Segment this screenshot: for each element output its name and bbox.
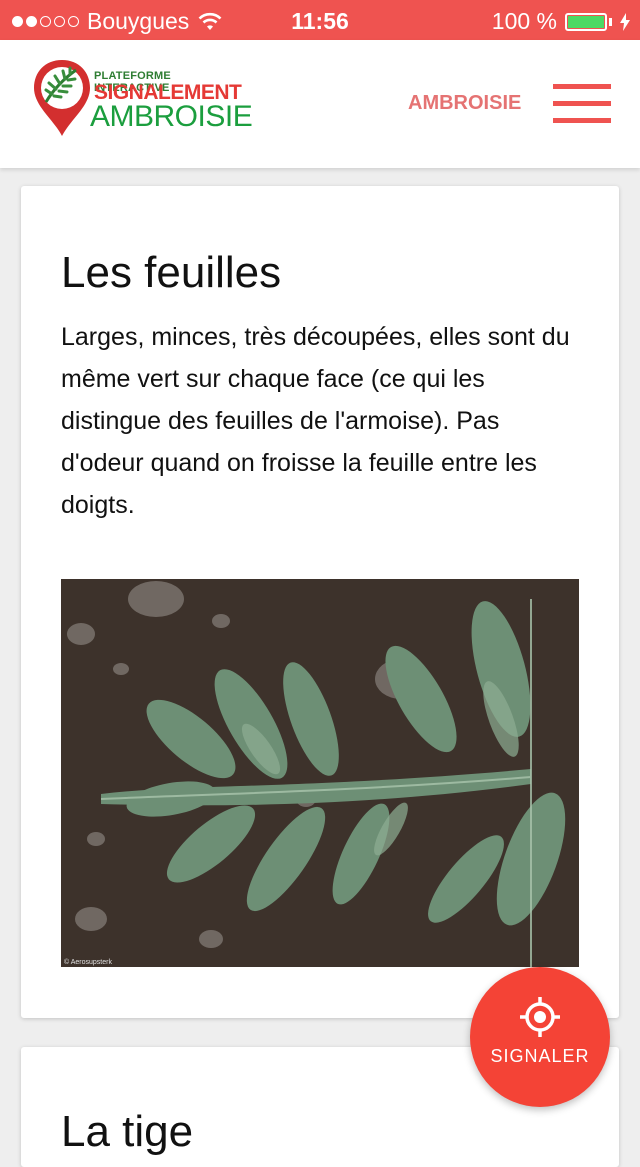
app-header: PLATEFORME INTERACTIVE SIGNALEMENT AMBRO… xyxy=(0,40,640,168)
card-description: Larges, minces, très découpées, elles so… xyxy=(61,323,570,519)
fab-label: SIGNALER xyxy=(490,1046,590,1066)
status-bar: Bouygues 11:56 100 % xyxy=(0,0,640,40)
battery-icon xyxy=(565,12,607,31)
info-card-leaves: Les feuilles Larges, minces, très découp… xyxy=(21,186,619,1018)
report-fab-button[interactable]: SIGNALER xyxy=(470,967,610,1107)
card-title: Les feuilles xyxy=(61,248,282,297)
card-title: La tige xyxy=(61,1107,194,1156)
battery-percent: 100 % xyxy=(491,8,557,34)
ragweed-leaves-image: © Aerosupsterk xyxy=(61,579,579,967)
logo-subtitle: AMBROISIE xyxy=(90,100,253,133)
crosshair-target-icon xyxy=(520,997,560,1037)
logo[interactable]: PLATEFORME INTERACTIVE SIGNALEMENT AMBRO… xyxy=(32,58,253,142)
nav-link-ambroisie[interactable]: AMBROISIE xyxy=(408,92,521,115)
ragweed-leaf-pin-icon xyxy=(34,60,90,136)
photo-credit: © Aerosupsterk xyxy=(64,958,112,966)
hamburger-menu-button[interactable] xyxy=(553,84,611,124)
charging-bolt-icon xyxy=(620,12,630,31)
leaf-photo: © Aerosupsterk xyxy=(61,579,579,967)
